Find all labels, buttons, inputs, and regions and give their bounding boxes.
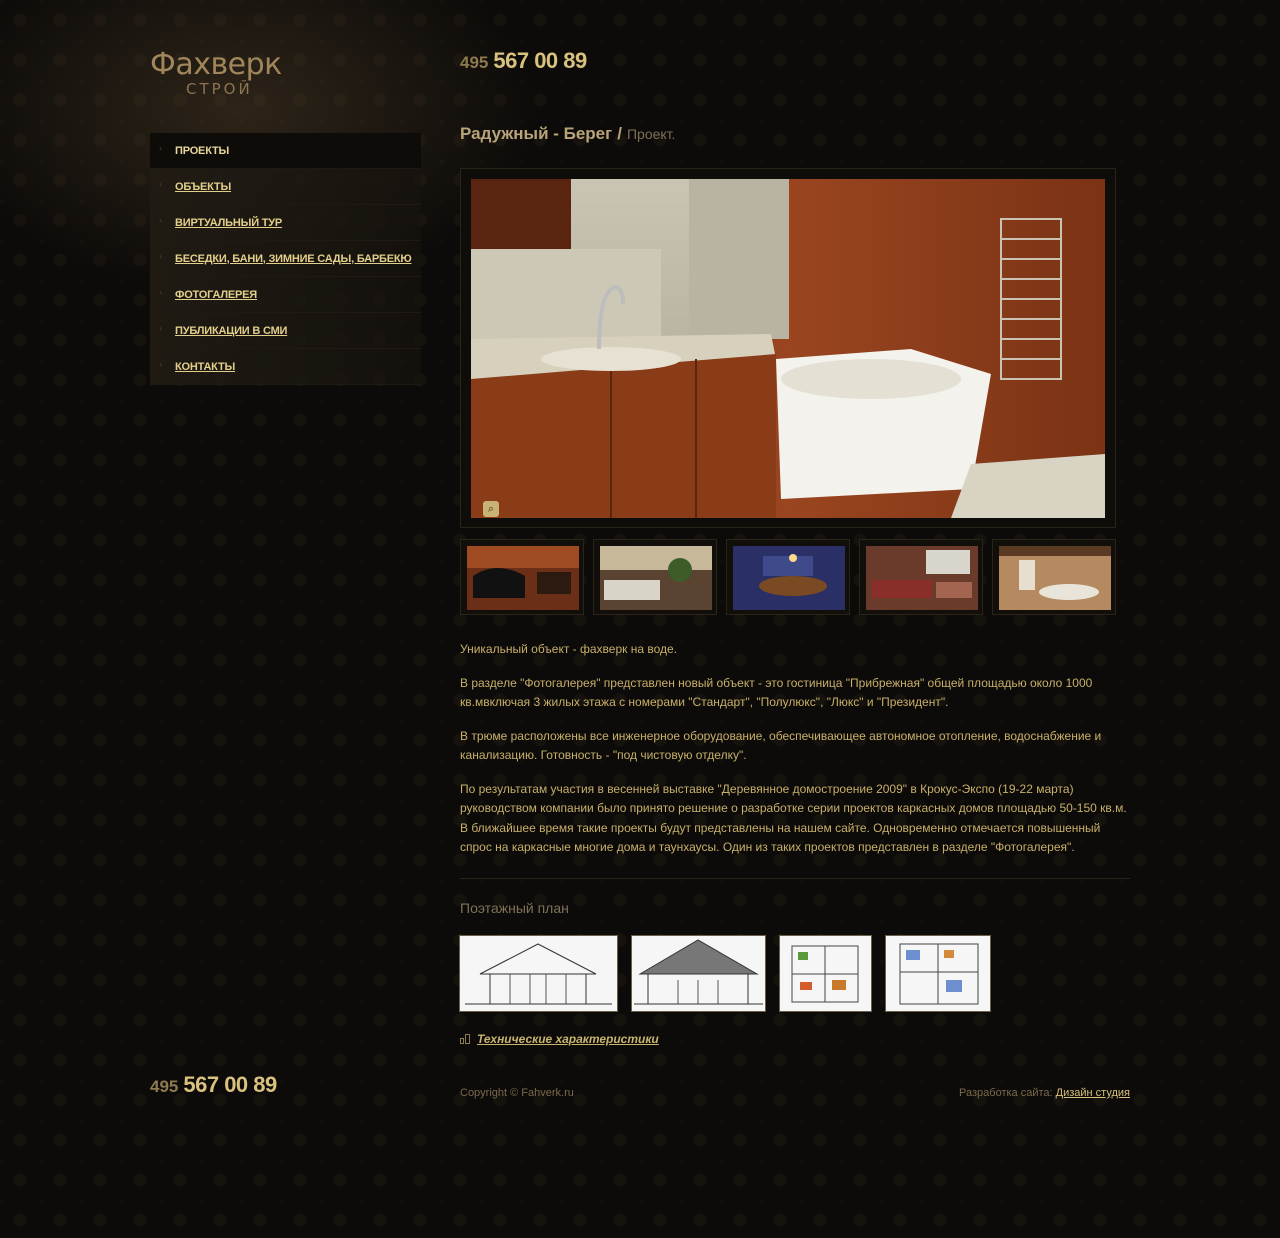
page-title-main: Радужный - Берег bbox=[460, 124, 613, 143]
nav-item-virtual-tour[interactable]: › Виртуальный тур bbox=[150, 205, 421, 241]
nav-item-gazebos[interactable]: › Беседки, бани, зимние сады, барбекю bbox=[150, 241, 421, 277]
main-photo-frame: ⌕ bbox=[460, 168, 1116, 528]
logo-title: Фахверк bbox=[150, 47, 282, 82]
section-divider bbox=[460, 878, 1130, 879]
phone-code: 495 bbox=[150, 1077, 179, 1096]
thumbnail-strip bbox=[460, 539, 1116, 615]
facade-drawing bbox=[460, 936, 617, 1011]
floor-plan-image-2[interactable] bbox=[631, 935, 766, 1012]
nav-item-photogallery[interactable]: › Фотогалерея bbox=[150, 277, 421, 313]
page-title-separator: / bbox=[617, 124, 622, 143]
footer-phone: 495 567 00 89 bbox=[150, 1072, 277, 1098]
nav-item-projects[interactable]: › Проекты bbox=[150, 133, 421, 169]
floor-plan-image-4[interactable] bbox=[885, 935, 991, 1012]
bathroom-photo-image bbox=[471, 179, 1105, 518]
developer-credit: Разработка сайта: Дизайн студия bbox=[959, 1087, 1130, 1099]
developer-credit-label: Разработка сайта: bbox=[959, 1087, 1053, 1099]
thumbnail-lounge-hall[interactable] bbox=[992, 539, 1116, 615]
description-paragraph: В трюме расположены все инженерное обору… bbox=[460, 728, 1102, 763]
phone-code: 495 bbox=[460, 53, 489, 72]
zoom-icon[interactable]: ⌕ bbox=[483, 501, 499, 517]
chevron-right-icon: › bbox=[159, 251, 162, 261]
tech-specs-link[interactable]: Технические характеристики bbox=[460, 1032, 659, 1046]
nav-item-label[interactable]: Беседки, бани, зимние сады, барбекю bbox=[175, 253, 412, 265]
thumbnail-image bbox=[866, 546, 978, 610]
main-nav: › Проекты › Объекты › Виртуальный тур › … bbox=[150, 133, 421, 385]
thumbnail-dining-room[interactable] bbox=[726, 539, 850, 615]
floor-plan-title: Поэтажный план bbox=[460, 900, 569, 916]
description-paragraph: В разделе "Фотогалерея" представлен новы… bbox=[460, 675, 1093, 710]
copyright: Copyright © Fahverk.ru bbox=[460, 1087, 574, 1099]
floor-plan-image-1[interactable] bbox=[459, 935, 618, 1012]
thumbnail-living-room-sofa[interactable] bbox=[593, 539, 717, 615]
logo-subtitle: строй bbox=[186, 80, 253, 98]
chevron-right-icon: › bbox=[159, 179, 162, 189]
project-description: Уникальный объект - фахверк на воде. В р… bbox=[460, 640, 1132, 872]
nav-item-label[interactable]: Фотогалерея bbox=[175, 289, 257, 301]
thumbnail-image bbox=[733, 546, 845, 610]
floor-plan-drawing bbox=[780, 936, 871, 1011]
thumbnail-image bbox=[999, 546, 1111, 610]
page-title-subtitle: Проект. bbox=[626, 126, 676, 142]
nav-item-label[interactable]: Публикации в СМИ bbox=[175, 325, 287, 337]
tech-specs-label[interactable]: Технические характеристики bbox=[477, 1032, 659, 1046]
thumbnail-image bbox=[600, 546, 712, 610]
phone-number: 567 00 89 bbox=[183, 1072, 277, 1097]
developer-link[interactable]: Дизайн студия bbox=[1056, 1087, 1130, 1099]
description-paragraph: По результатам участия в весенней выстав… bbox=[460, 781, 1127, 855]
site-logo[interactable]: Фахверк строй bbox=[150, 48, 310, 108]
nav-item-contacts[interactable]: › Контакты bbox=[150, 349, 421, 385]
phone-number: 567 00 89 bbox=[493, 48, 587, 73]
thumbnail-image bbox=[467, 546, 579, 610]
nav-item-objects[interactable]: › Объекты bbox=[150, 169, 421, 205]
nav-item-label[interactable]: Контакты bbox=[175, 361, 235, 373]
nav-item-label[interactable]: Виртуальный тур bbox=[175, 217, 282, 229]
chevron-right-icon: › bbox=[159, 143, 162, 153]
description-paragraph: Уникальный объект - фахверк на воде. bbox=[460, 642, 678, 656]
nav-item-label: Проекты bbox=[175, 144, 230, 157]
nav-item-publications[interactable]: › Публикации в СМИ bbox=[150, 313, 421, 349]
chevron-right-icon: › bbox=[159, 287, 162, 297]
header-phone: 495 567 00 89 bbox=[460, 48, 587, 74]
floor-plan-image-3[interactable] bbox=[779, 935, 872, 1012]
thumbnail-piano-room[interactable] bbox=[460, 539, 584, 615]
document-icon bbox=[460, 1034, 471, 1044]
thumbnail-living-room-fireplace[interactable] bbox=[859, 539, 983, 615]
chevron-right-icon: › bbox=[159, 359, 162, 369]
page-title: Радужный - Берег / Проект. bbox=[460, 124, 675, 144]
floor-plan-drawing bbox=[886, 936, 990, 1011]
bathroom-photo[interactable]: ⌕ bbox=[471, 179, 1105, 518]
chevron-right-icon: › bbox=[159, 215, 162, 225]
nav-item-label[interactable]: Объекты bbox=[175, 181, 231, 193]
chevron-right-icon: › bbox=[159, 323, 162, 333]
facade-drawing bbox=[632, 936, 765, 1011]
